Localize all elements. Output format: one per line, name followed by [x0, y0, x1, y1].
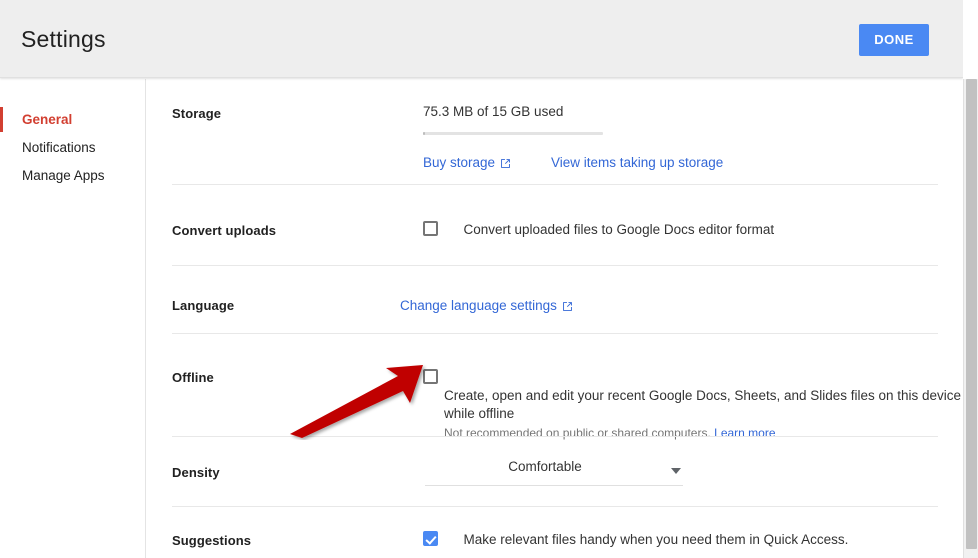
storage-progress-fill — [423, 132, 425, 135]
convert-uploads-checkbox[interactable] — [423, 221, 438, 236]
sidebar-item-label: Notifications — [22, 140, 96, 155]
done-button[interactable]: DONE — [859, 24, 929, 56]
page-title: Settings — [21, 26, 106, 52]
suggestions-checkbox[interactable] — [423, 531, 438, 546]
sidebar-item-notifications[interactable]: Notifications — [0, 134, 145, 161]
setting-row-convert-uploads: Convert uploads Convert uploaded files t… — [147, 185, 963, 266]
density-label: Density — [172, 465, 220, 480]
offline-description: Create, open and edit your recent Google… — [444, 388, 962, 421]
storage-links: Buy storage View items taking up storage — [423, 154, 723, 172]
density-body: Comfortable — [425, 457, 683, 486]
external-link-icon — [562, 300, 573, 315]
view-items-link[interactable]: View items taking up storage — [551, 155, 723, 170]
offline-label: Offline — [172, 370, 214, 385]
setting-row-offline: Offline Create, open and edit your recen… — [147, 334, 963, 440]
storage-usage-text: 75.3 MB of 15 GB used — [423, 104, 564, 119]
offline-checkbox[interactable] — [423, 369, 438, 384]
density-dropdown[interactable]: Comfortable — [425, 457, 683, 486]
settings-content: Storage 75.3 MB of 15 GB used Buy storag… — [147, 79, 963, 558]
convert-uploads-body: Convert uploaded files to Google Docs ed… — [423, 221, 774, 239]
sidebar-item-label: Manage Apps — [22, 168, 105, 183]
suggestions-body: Make relevant files handy when you need … — [423, 531, 848, 549]
vertical-scrollbar[interactable] — [963, 79, 978, 558]
convert-uploads-label: Convert uploads — [172, 223, 277, 238]
setting-row-language: Language Change language settings — [147, 266, 963, 334]
suggestions-checkbox-label[interactable]: Make relevant files handy when you need … — [463, 531, 848, 548]
buy-storage-link-label: Buy storage — [423, 155, 496, 170]
sidebar-item-general[interactable]: General — [0, 106, 145, 133]
setting-row-density: Density Comfortable — [147, 437, 963, 507]
storage-progress-bar — [423, 132, 603, 135]
sidebar-item-manage-apps[interactable]: Manage Apps — [0, 162, 145, 189]
sidebar-item-label: General — [22, 112, 73, 127]
change-language-settings-label: Change language settings — [400, 298, 557, 313]
settings-dialog: Settings DONE General Notifications Mana… — [0, 0, 978, 558]
scrollbar-corner — [963, 0, 978, 79]
density-selected-value: Comfortable — [508, 459, 582, 474]
chevron-down-icon — [671, 468, 681, 474]
storage-body: 75.3 MB of 15 GB used Buy storage View i… — [423, 104, 723, 172]
suggestions-label: Suggestions — [172, 533, 252, 548]
storage-label: Storage — [172, 106, 222, 121]
settings-sidebar: General Notifications Manage Apps — [0, 79, 146, 558]
language-label: Language — [172, 298, 235, 313]
language-body: Change language settings — [400, 297, 573, 315]
change-language-settings-link[interactable]: Change language settings — [400, 298, 573, 313]
convert-uploads-checkbox-label[interactable]: Convert uploaded files to Google Docs ed… — [463, 221, 774, 238]
scrollbar-thumb[interactable] — [966, 79, 977, 549]
offline-checkbox-label[interactable]: Create, open and edit your recent Google… — [444, 387, 963, 441]
dialog-header: Settings DONE — [0, 0, 963, 78]
external-link-icon — [500, 157, 511, 172]
buy-storage-link[interactable]: Buy storage — [423, 155, 511, 170]
setting-row-suggestions: Suggestions Make relevant files handy wh… — [147, 507, 963, 558]
setting-row-storage: Storage 75.3 MB of 15 GB used Buy storag… — [147, 79, 963, 185]
offline-body: Create, open and edit your recent Google… — [423, 369, 963, 441]
